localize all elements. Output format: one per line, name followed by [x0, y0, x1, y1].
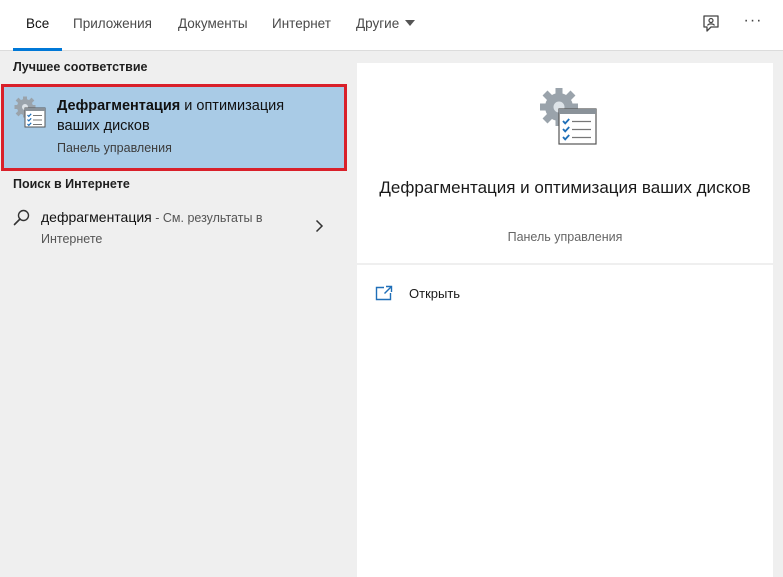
defrag-tool-icon	[14, 96, 46, 128]
tab-documents[interactable]: Документы	[178, 0, 248, 50]
web-search-query: дефрагментация - См. результаты в	[41, 209, 263, 225]
more-options-button[interactable]: ···	[742, 12, 764, 34]
best-match-heading: Лучшее соответствие	[13, 60, 148, 74]
results-pane: Лучшее соответствие Дефрагментация и опт…	[0, 51, 347, 577]
feedback-button[interactable]	[700, 13, 722, 35]
best-match-result[interactable]: Дефрагментация и оптимизация ваших диско…	[1, 84, 347, 171]
web-search-hint: - См. результаты в	[151, 211, 263, 225]
search-icon	[13, 209, 30, 226]
web-search-heading: Поиск в Интернете	[13, 177, 130, 191]
best-match-title: Дефрагментация и оптимизация ваших диско…	[57, 96, 327, 136]
chevron-down-icon	[405, 20, 416, 27]
feedback-icon	[703, 15, 719, 32]
preview-card: Дефрагментация и оптимизация ваших диско…	[357, 63, 773, 263]
best-match-title-bold: Дефрагментация	[57, 98, 181, 114]
preview-pane: Дефрагментация и оптимизация ваших диско…	[347, 51, 783, 577]
preview-title: Дефрагментация и оптимизация ваших диско…	[379, 178, 751, 197]
search-filter-tabbar: Все Приложения Документы Интернет Другие…	[0, 0, 783, 51]
best-match-subtitle: Панель управления	[57, 141, 172, 155]
preview-subtitle: Панель управления	[507, 230, 623, 244]
tab-other-dropdown[interactable]: Другие	[356, 0, 416, 50]
web-search-hint-line2: Интернете	[41, 232, 103, 246]
web-search-query-text: дефрагментация	[41, 209, 152, 225]
tab-apps[interactable]: Приложения	[73, 0, 152, 50]
web-search-result[interactable]: дефрагментация - См. результаты в Интерн…	[0, 199, 347, 255]
chevron-right-icon	[315, 219, 324, 233]
tab-web[interactable]: Интернет	[272, 0, 331, 50]
defrag-tool-icon	[540, 88, 597, 145]
actions-card: Открыть	[357, 265, 773, 577]
tab-all[interactable]: Все	[12, 0, 63, 51]
open-icon	[375, 285, 393, 301]
open-action-label: Открыть	[409, 286, 461, 301]
tab-other-label: Другие	[356, 16, 400, 31]
